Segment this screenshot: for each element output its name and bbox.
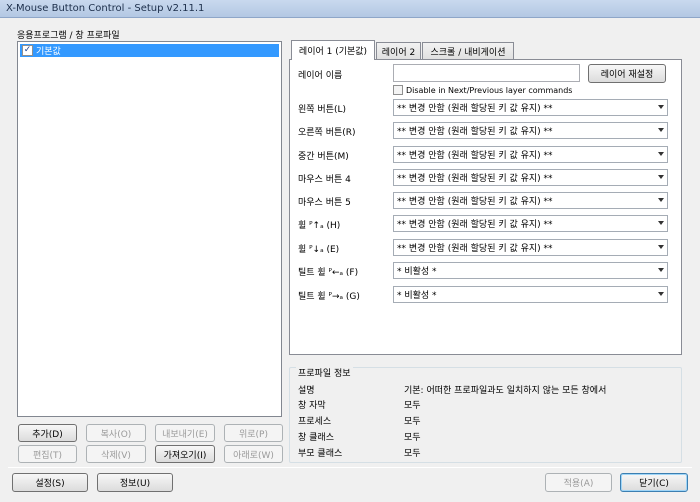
import-profile-button[interactable]: 가져오기(I)	[155, 445, 215, 463]
profile-item-label: 기본값	[36, 47, 61, 57]
delete-profile-button[interactable]: 삭제(V)	[86, 445, 146, 463]
about-button[interactable]: 정보(U)	[97, 473, 173, 492]
tilt-right-value: * 비활성 *	[397, 291, 437, 301]
profile-info-frame	[289, 367, 682, 463]
wheel-down-value: ** 변경 안함 (원래 할당된 키 값 유지) **	[397, 244, 553, 254]
mouse-button-5-value: ** 변경 안함 (원래 할당된 키 값 유지) **	[397, 197, 553, 207]
right-button-label: 오른쪽 버튼(R)	[298, 128, 356, 138]
list-item[interactable]: ✓ 기본값	[20, 44, 279, 57]
layer-name-input[interactable]	[393, 64, 580, 82]
left-button-value: ** 변경 안함 (원래 할당된 키 값 유지) **	[397, 104, 553, 114]
tilt-left-select[interactable]: * 비활성 *	[393, 262, 668, 279]
info-parent-class-value: 모두	[404, 449, 421, 459]
tab-layer-2[interactable]: 레이어 2	[376, 42, 421, 59]
footer-divider	[8, 467, 692, 468]
chevron-down-icon	[658, 292, 664, 296]
info-window-caption-key: 창 자막	[298, 401, 326, 411]
edit-profile-button[interactable]: 편집(T)	[18, 445, 77, 463]
tilt-right-select[interactable]: * 비활성 *	[393, 286, 668, 303]
wheel-up-select[interactable]: ** 변경 안함 (원래 할당된 키 값 유지) **	[393, 215, 668, 232]
right-button-value: ** 변경 안함 (원래 할당된 키 값 유지) **	[397, 127, 553, 137]
chevron-down-icon	[658, 152, 664, 156]
move-up-button[interactable]: 위로(P)	[224, 424, 283, 442]
info-window-class-key: 창 클래스	[298, 433, 334, 443]
close-button[interactable]: 닫기(C)	[620, 473, 688, 492]
mouse-button-5-label: 마우스 버튼 5	[298, 198, 351, 208]
chevron-down-icon	[658, 245, 664, 249]
info-description-key: 설명	[298, 386, 315, 396]
left-button-label: 왼쪽 버튼(L)	[298, 105, 347, 115]
info-description-value: 기본: 어떠한 프로파일과도 일치하지 않는 모든 창에서	[404, 386, 607, 396]
wheel-up-label: 휠 ᴾ↑ₐ (H)	[298, 221, 341, 231]
right-button-select[interactable]: ** 변경 안함 (원래 할당된 키 값 유지) **	[393, 122, 668, 139]
reset-layer-button[interactable]: 레이어 재설정	[588, 64, 666, 83]
wheel-down-select[interactable]: ** 변경 안함 (원래 할당된 키 값 유지) **	[393, 239, 668, 256]
title-bar[interactable]: X-Mouse Button Control - Setup v2.11.1	[0, 0, 700, 18]
mouse-button-4-label: 마우스 버튼 4	[298, 175, 351, 185]
export-profile-button[interactable]: 내보내기(E)	[155, 424, 215, 442]
disable-layer-check-label: Disable in Next/Previous layer commands	[406, 85, 573, 95]
apply-button[interactable]: 적용(A)	[545, 473, 612, 492]
mouse-button-5-select[interactable]: ** 변경 안함 (원래 할당된 키 값 유지) **	[393, 192, 668, 209]
profile-list[interactable]: ✓ 기본값	[17, 41, 282, 417]
window-title: X-Mouse Button Control - Setup v2.11.1	[6, 3, 205, 14]
info-window-class-value: 모두	[404, 433, 421, 443]
chevron-down-icon	[658, 128, 664, 132]
info-process-key: 프로세스	[298, 417, 332, 427]
profiles-group-label: 응용프로그램 / 창 프로파일	[17, 31, 120, 41]
middle-button-value: ** 변경 안함 (원래 할당된 키 값 유지) **	[397, 151, 553, 161]
disable-layer-check-row[interactable]: Disable in Next/Previous layer commands	[393, 85, 572, 95]
info-parent-class-key: 부모 클래스	[298, 449, 343, 459]
tilt-left-value: * 비활성 *	[397, 267, 437, 277]
middle-button-select[interactable]: ** 변경 안함 (원래 할당된 키 값 유지) **	[393, 146, 668, 163]
mouse-button-4-select[interactable]: ** 변경 안함 (원래 할당된 키 값 유지) **	[393, 169, 668, 186]
chevron-down-icon	[658, 221, 664, 225]
mouse-button-4-value: ** 변경 안함 (원래 할당된 키 값 유지) **	[397, 174, 553, 184]
settings-button[interactable]: 설정(S)	[12, 473, 88, 492]
left-button-select[interactable]: ** 변경 안함 (원래 할당된 키 값 유지) **	[393, 99, 668, 116]
disable-layer-checkbox[interactable]	[393, 85, 403, 95]
wheel-down-label: 휠 ᴾ↓ₐ (E)	[298, 245, 340, 255]
layer-name-label: 레이어 이름	[298, 71, 343, 81]
tab-scroll-navigation[interactable]: 스크롤 / 내비게이션	[422, 42, 514, 59]
chevron-down-icon	[658, 198, 664, 202]
wheel-up-value: ** 변경 안함 (원래 할당된 키 값 유지) **	[397, 220, 553, 230]
chevron-down-icon	[658, 105, 664, 109]
profile-enabled-checkbox[interactable]: ✓	[22, 45, 33, 56]
info-window-caption-value: 모두	[404, 401, 421, 411]
middle-button-label: 중간 버튼(M)	[298, 152, 349, 162]
info-process-value: 모두	[404, 417, 421, 427]
profile-info-group-label: 프로파일 정보	[296, 366, 353, 379]
chevron-down-icon	[658, 175, 664, 179]
move-down-button[interactable]: 아래로(W)	[224, 445, 283, 463]
chevron-down-icon	[658, 268, 664, 272]
tilt-left-label: 틸트 휠 ᴾ←ₐ (F)	[298, 268, 359, 278]
tab-layer-1[interactable]: 레이어 1 (기본값)	[291, 40, 375, 60]
copy-profile-button[interactable]: 복사(O)	[86, 424, 146, 442]
add-profile-button[interactable]: 추가(D)	[18, 424, 77, 442]
tilt-right-label: 틸트 휠 ᴾ→ₐ (G)	[298, 292, 360, 302]
